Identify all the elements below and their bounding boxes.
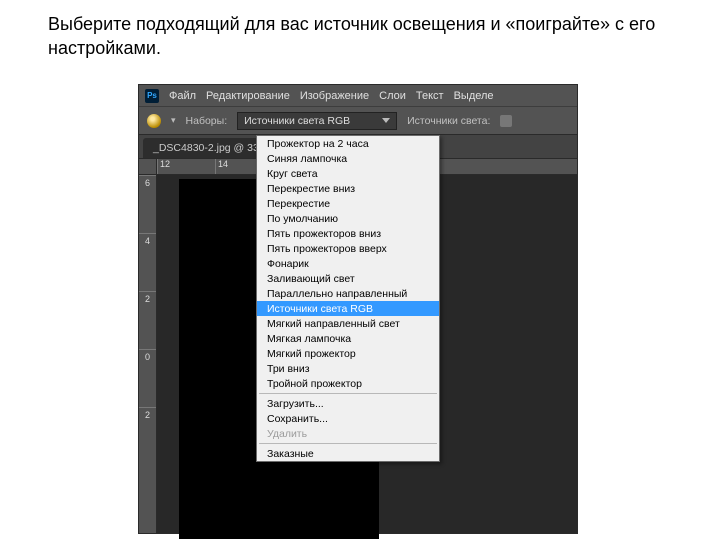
dropdown-item[interactable]: Прожектор на 2 часа [257,136,439,151]
ruler-corner [139,159,157,175]
menu-layers[interactable]: Слои [379,90,406,102]
document-tab[interactable]: _DSC4830-2.jpg @ 33 [143,138,269,158]
ruler-vertical: 6 4 2 0 2 [139,175,157,533]
light-source-icon[interactable] [500,115,512,127]
dropdown-item[interactable]: Заливающий свет [257,271,439,286]
menu-file[interactable]: Файл [169,90,196,102]
dropdown-item[interactable]: Перекрестие [257,196,439,211]
menu-text[interactable]: Текст [416,90,444,102]
presets-dropdown-value: Источники света RGB [244,115,350,127]
dropdown-item[interactable]: Пять прожекторов вверх [257,241,439,256]
dropdown-item[interactable]: Круг света [257,166,439,181]
dropdown-item[interactable]: Синяя лампочка [257,151,439,166]
app-logo-icon: Ps [145,89,159,103]
dropdown-item[interactable]: Мягкий прожектор [257,346,439,361]
dropdown-item[interactable]: Мягкий направленный свет [257,316,439,331]
dropdown-item[interactable]: Пять прожекторов вниз [257,226,439,241]
dropdown-item[interactable]: Фонарик [257,256,439,271]
menu-select[interactable]: Выделе [454,90,494,102]
dropdown-item: Удалить [257,426,439,441]
dropdown-item[interactable]: Мягкая лампочка [257,331,439,346]
ruler-tick: 6 [139,175,156,233]
photoshop-window: Ps Файл Редактирование Изображение Слои … [138,84,578,534]
dropdown-item[interactable]: По умолчанию [257,211,439,226]
dropdown-item[interactable]: Сохранить... [257,411,439,426]
dropdown-item[interactable]: Загрузить... [257,396,439,411]
dropdown-item[interactable]: Перекрестие вниз [257,181,439,196]
light-sources-label: Источники света: [407,115,490,127]
ruler-tick: 2 [139,407,156,465]
instruction-text: Выберите подходящий для вас источник осв… [0,0,720,67]
ruler-tick: 12 [157,159,215,174]
menubar: Ps Файл Редактирование Изображение Слои … [139,85,577,107]
lightbulb-icon [147,114,161,128]
menu-image[interactable]: Изображение [300,90,369,102]
presets-dropdown[interactable]: Источники света RGB [237,112,397,130]
ruler-tick: 4 [139,233,156,291]
dropdown-item[interactable]: Параллельно направленный [257,286,439,301]
ruler-tick: 2 [139,291,156,349]
dropdown-item[interactable]: Источники света RGB [257,301,439,316]
presets-dropdown-list: Прожектор на 2 часаСиняя лампочкаКруг св… [256,135,440,462]
chevron-down-icon[interactable]: ▾ [171,115,176,126]
ruler-tick: 0 [139,349,156,407]
dropdown-item[interactable]: Тройной прожектор [257,376,439,391]
menu-edit[interactable]: Редактирование [206,90,290,102]
dropdown-item[interactable]: Заказные [257,446,439,461]
options-bar: ▾ Наборы: Источники света RGB Источники … [139,107,577,135]
presets-label: Наборы: [186,115,228,127]
chevron-down-icon [382,118,390,123]
dropdown-item[interactable]: Три вниз [257,361,439,376]
